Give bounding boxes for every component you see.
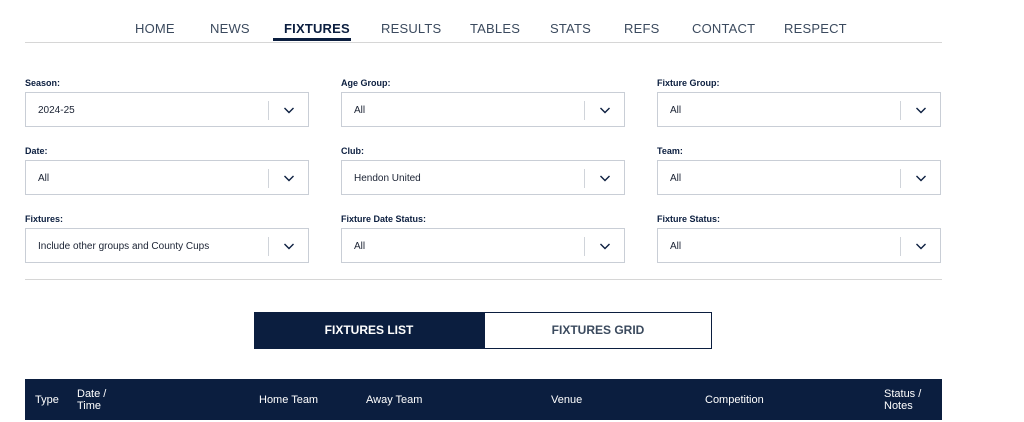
chevron-down-icon (284, 107, 294, 114)
col-type: Type (35, 394, 59, 406)
chevron-down-icon (284, 243, 294, 250)
fixture-date-status-select[interactable]: All (341, 228, 625, 263)
chevron-down-icon (284, 175, 294, 182)
active-tab-underline (273, 38, 351, 41)
chevron-down-icon (916, 175, 926, 182)
fixture-date-status-value: All (354, 241, 366, 252)
nav-item-stats[interactable]: STATS (550, 21, 591, 41)
col-away-team: Away Team (366, 394, 423, 406)
season-value: 2024-25 (38, 105, 75, 116)
fixture-group-label: Fixture Group: (657, 78, 720, 88)
fixtures-list-button[interactable]: FIXTURES LIST (254, 312, 484, 349)
nav-item-home[interactable]: HOME (135, 21, 175, 41)
age-group-value: All (354, 105, 366, 116)
date-value: All (38, 173, 50, 184)
team-select[interactable]: All (657, 160, 941, 195)
select-separator (584, 101, 585, 120)
chevron-down-icon (600, 175, 610, 182)
select-separator (900, 169, 901, 188)
select-separator (268, 101, 269, 120)
main-nav: HOME NEWS FIXTURES RESULTS TABLES STATS … (25, 0, 942, 43)
date-select[interactable]: All (25, 160, 309, 195)
season-select[interactable]: 2024-25 (25, 92, 309, 127)
filters-divider (25, 279, 942, 280)
col-date-line2: Time (77, 400, 102, 412)
chevron-down-icon (916, 243, 926, 250)
fixture-status-value: All (670, 241, 682, 252)
select-separator (268, 237, 269, 256)
fixture-group-select[interactable]: All (657, 92, 941, 127)
fixture-date-status-label: Fixture Date Status: (341, 214, 427, 224)
col-status-line1: Status / (884, 388, 922, 400)
club-label: Club: (341, 146, 364, 156)
fixtures-value: Include other groups and County Cups (38, 241, 210, 252)
nav-item-respect[interactable]: RESPECT (784, 21, 847, 41)
select-separator (268, 169, 269, 188)
team-value: All (670, 173, 682, 184)
club-value: Hendon United (354, 173, 421, 184)
col-status-line2: Notes (884, 400, 913, 412)
select-separator (900, 101, 901, 120)
col-venue: Venue (551, 394, 583, 406)
age-group-select[interactable]: All (341, 92, 625, 127)
fixture-status-select[interactable]: All (657, 228, 941, 263)
fixture-group-value: All (670, 105, 682, 116)
fixtures-select[interactable]: Include other groups and County Cups (25, 228, 309, 263)
chevron-down-icon (600, 107, 610, 114)
fixtures-grid-button[interactable]: FIXTURES GRID (484, 312, 712, 349)
club-select[interactable]: Hendon United (341, 160, 625, 195)
nav-item-refs[interactable]: REFS (624, 21, 659, 41)
fixtures-label: Fixtures: (25, 214, 64, 224)
season-label: Season: (25, 78, 61, 88)
nav-item-contact[interactable]: CONTACT (692, 21, 755, 41)
date-label: Date: (25, 146, 48, 156)
nav-item-results[interactable]: RESULTS (381, 21, 441, 41)
age-group-label: Age Group: (341, 78, 391, 88)
col-date-line1: Date / (77, 388, 107, 400)
chevron-down-icon (600, 243, 610, 250)
select-separator (584, 237, 585, 256)
team-label: Team: (657, 146, 683, 156)
nav-item-news[interactable]: NEWS (210, 21, 250, 41)
select-separator (584, 169, 585, 188)
col-competition: Competition (705, 394, 764, 406)
fixture-status-label: Fixture Status: (657, 214, 721, 224)
chevron-down-icon (916, 107, 926, 114)
fixtures-table-header: Type Date / Time Home Team Away Team Ven… (25, 379, 942, 420)
select-separator (900, 237, 901, 256)
nav-item-tables[interactable]: TABLES (470, 21, 520, 41)
col-home-team: Home Team (259, 394, 319, 406)
